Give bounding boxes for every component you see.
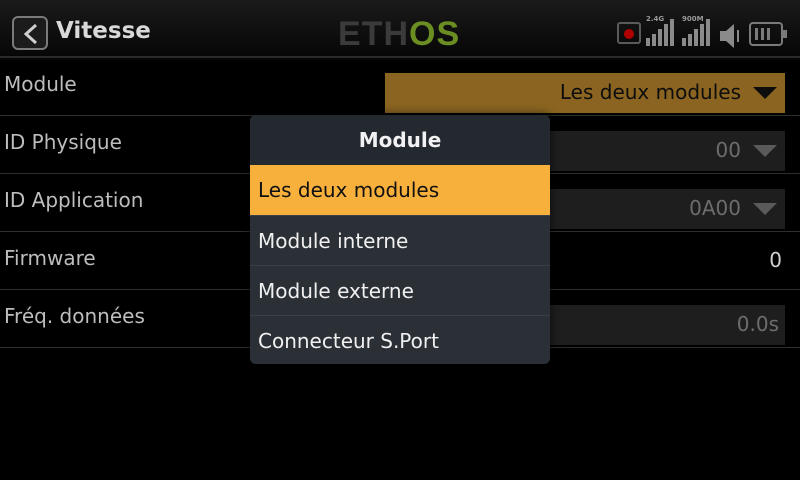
data-frequency-value: 0.0s — [736, 312, 779, 336]
module-select-value: Les deux modules — [559, 80, 741, 104]
popup-option-both-modules[interactable]: Les deux modules — [250, 165, 550, 215]
row-label: Fréq. données — [4, 304, 145, 328]
row-label: Firmware — [4, 246, 96, 270]
speaker-icon — [720, 24, 739, 48]
firmware-value: 0 — [769, 248, 782, 272]
module-select[interactable]: Les deux modules — [385, 73, 785, 113]
application-id-value: 0A00 — [689, 196, 741, 220]
dropdown-triangle-icon — [753, 87, 777, 99]
battery-icon — [749, 22, 787, 46]
module-popup: Module Les deux modules Module interne M… — [250, 115, 550, 364]
back-button[interactable] — [12, 16, 48, 50]
page-title: Vitesse — [56, 18, 151, 44]
physical-id-value: 00 — [715, 138, 741, 162]
popup-option-external-module[interactable]: Module externe — [250, 265, 550, 315]
ethos-logo: ETHOS — [338, 15, 461, 53]
back-arrow-icon — [23, 23, 38, 45]
row-label: ID Physique — [4, 130, 122, 154]
dropdown-triangle-icon — [753, 145, 777, 157]
record-icon — [617, 22, 641, 44]
dropdown-triangle-icon — [753, 203, 777, 215]
row-label: ID Application — [4, 188, 144, 212]
popup-option-sport-connector[interactable]: Connecteur S.Port — [250, 315, 550, 364]
popup-title: Module — [250, 115, 550, 165]
row-module: Module Les deux modules — [0, 58, 800, 116]
signal-label-24g: 2.4G — [646, 15, 665, 23]
row-label: Module — [4, 72, 77, 96]
popup-option-internal-module[interactable]: Module interne — [250, 215, 550, 265]
signal-label-900m: 900M — [682, 15, 704, 23]
top-bar: Vitesse ETHOS 2.4G 900M — [0, 0, 800, 60]
